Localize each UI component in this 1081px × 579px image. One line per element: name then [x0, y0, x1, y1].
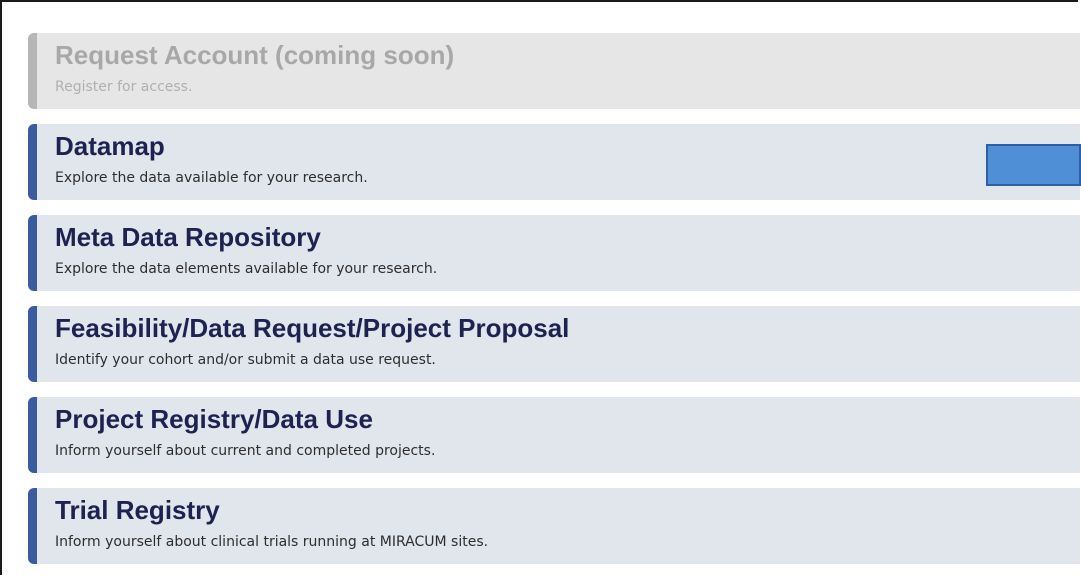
card-description: Explore the data available for your rese…	[55, 170, 368, 186]
side-panel-tab[interactable]	[986, 144, 1081, 186]
card-title: Request Account (coming soon)	[55, 40, 455, 70]
card-description: Inform yourself about current and comple…	[55, 443, 436, 459]
card-feasibility-request[interactable]: Feasibility/Data Request/Project Proposa…	[28, 306, 1080, 382]
card-title: Meta Data Repository	[55, 222, 321, 252]
card-trial-registry[interactable]: Trial Registry Inform yourself about cli…	[28, 488, 1080, 564]
card-title: Project Registry/Data Use	[55, 404, 373, 434]
card-description: Explore the data elements available for …	[55, 261, 438, 277]
card-list: Request Account (coming soon) Register f…	[28, 33, 1080, 579]
card-description: Identify your cohort and/or submit a dat…	[55, 352, 436, 368]
page-frame: Request Account (coming soon) Register f…	[0, 0, 1080, 575]
card-project-registry[interactable]: Project Registry/Data Use Inform yoursel…	[28, 397, 1080, 473]
card-title: Datamap	[55, 131, 165, 161]
card-title: Feasibility/Data Request/Project Proposa…	[55, 313, 570, 343]
card-description: Inform yourself about clinical trials ru…	[55, 534, 489, 550]
card-title: Trial Registry	[55, 495, 220, 525]
card-datamap[interactable]: Datamap Explore the data available for y…	[28, 124, 1080, 200]
card-request-account: Request Account (coming soon) Register f…	[28, 33, 1080, 109]
card-meta-data-repository[interactable]: Meta Data Repository Explore the data el…	[28, 215, 1080, 291]
card-description: Register for access.	[55, 79, 193, 95]
